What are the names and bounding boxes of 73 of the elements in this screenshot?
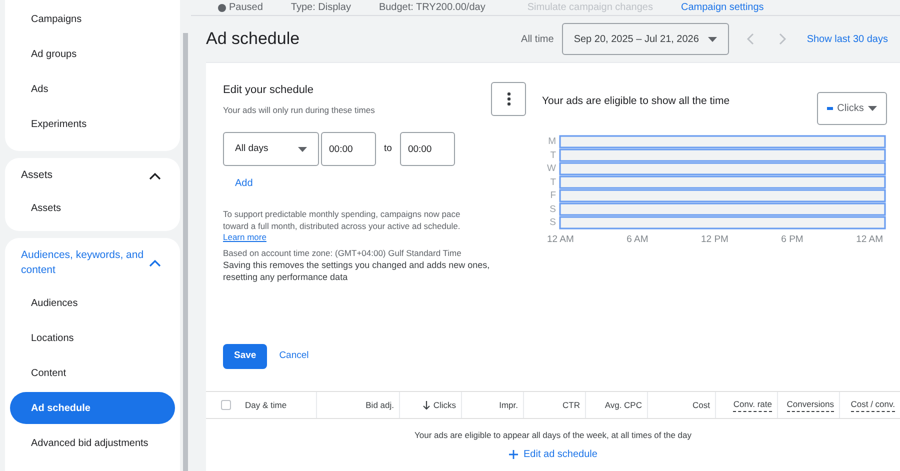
column-header[interactable]: Bid adj.: [366, 398, 394, 412]
column-header[interactable]: Day & time: [245, 398, 287, 412]
chevron-up-icon: [149, 259, 161, 267]
scrollbar[interactable]: [183, 33, 188, 471]
chevron-up-icon: [149, 172, 161, 180]
day-label: W: [546, 162, 556, 176]
column-header[interactable]: Cost / conv.: [850, 398, 895, 412]
nav-item[interactable]: Experiments: [10, 108, 175, 140]
status-label: Paused: [218, 0, 263, 15]
nav-section-header[interactable]: Audiences, keywords, and content: [10, 242, 175, 284]
metric-dropdown[interactable]: Clicks: [817, 92, 887, 125]
nav-item[interactable]: Content: [10, 357, 175, 389]
day-label: S: [548, 216, 556, 230]
select-all-checkbox[interactable]: [221, 400, 231, 410]
edit-ad-schedule-link[interactable]: Edit ad schedule: [508, 446, 598, 462]
column-header[interactable]: Conversions: [786, 398, 834, 412]
caret-icon: [868, 106, 877, 111]
caret-icon: [708, 36, 717, 42]
column-header[interactable]: Impr.: [499, 398, 518, 412]
more-vert-icon: [506, 92, 510, 106]
range-label: All time: [521, 32, 554, 46]
chevron-right-icon[interactable]: [778, 33, 787, 45]
time-label: 12 AM: [856, 233, 883, 247]
time-label: 6 PM: [781, 233, 804, 247]
start-time-field[interactable]: 00:00: [321, 132, 376, 166]
nav-item[interactable]: Assets: [10, 192, 175, 224]
day-label: F: [549, 189, 556, 202]
nav-item[interactable]: Ad groups: [10, 38, 175, 70]
date-range-dropdown[interactable]: Sep 20, 2025 – Jul 21, 2026: [562, 23, 729, 55]
column-header[interactable]: Avg. CPC: [604, 398, 642, 412]
nav-item[interactable]: Locations: [10, 322, 175, 354]
nav-item[interactable]: Ads: [10, 73, 175, 105]
column-header[interactable]: Conv. rate: [733, 398, 772, 412]
pacing-note: To support predictable monthly spending, campaigns now pace toward a full month, distributed across your active ad schedule.: [223, 209, 462, 232]
campaign-settings-link[interactable]: Campaign settings: [680, 0, 764, 15]
column-header[interactable]: Clicks: [423, 398, 456, 412]
legend-swatch-icon: [827, 107, 834, 110]
nav-item[interactable]: Audiences: [10, 287, 175, 319]
cancel-button[interactable]: Cancel: [279, 349, 309, 364]
nav-item[interactable]: Campaigns: [10, 3, 175, 35]
to-label: to: [384, 142, 392, 156]
chevron-left-icon[interactable]: [746, 33, 754, 45]
day-label: T: [549, 148, 556, 162]
day-label: T: [549, 176, 556, 189]
more-options-button[interactable]: [491, 82, 526, 116]
day-label: S: [548, 202, 556, 216]
plus-icon: [508, 450, 518, 459]
budget-label: Budget: TRY200.00/day: [378, 1, 486, 15]
caret-icon: [298, 146, 307, 152]
column-header[interactable]: Cost: [692, 398, 710, 412]
day-dropdown[interactable]: All days: [223, 132, 319, 166]
heatmap-title: Your ads are eligible to show all the time: [542, 94, 730, 109]
editor-title: Edit your schedule: [223, 83, 314, 98]
nav-section-header[interactable]: Assets: [10, 162, 175, 189]
sort-arrow-icon: [423, 400, 430, 410]
day-label: M: [547, 135, 556, 148]
time-label: 12 PM: [701, 233, 728, 247]
save-button[interactable]: Save: [223, 344, 268, 369]
time-label: 6 AM: [626, 233, 648, 247]
timezone-note: Based on account time zone: (GMT+04:00) Gulf Standard Time: [223, 247, 462, 260]
nav-item[interactable]: Advanced bid adjustments: [10, 427, 175, 459]
time-label: 12 AM: [547, 233, 574, 247]
end-time-field[interactable]: 00:00: [400, 132, 455, 166]
warning-text: Saving this removes the settings you changed and adds new ones, resetting any performance data: [223, 260, 491, 283]
type-label: Type: Display: [290, 1, 351, 15]
page-title: Ad schedule: [206, 28, 300, 50]
add-button[interactable]: Add: [235, 176, 253, 192]
nav-item[interactable]: Ad schedule: [10, 392, 175, 424]
show-last-30-days-link[interactable]: Show last 30 days: [806, 32, 888, 46]
empty-message: Your ads are eligible to appear all days of the week, at all times of the day: [414, 429, 692, 442]
editor-subtitle: Your ads will only run during these times: [223, 104, 376, 116]
learn-more-link[interactable]: Learn more: [223, 232, 266, 244]
column-header[interactable]: CTR: [562, 398, 580, 412]
